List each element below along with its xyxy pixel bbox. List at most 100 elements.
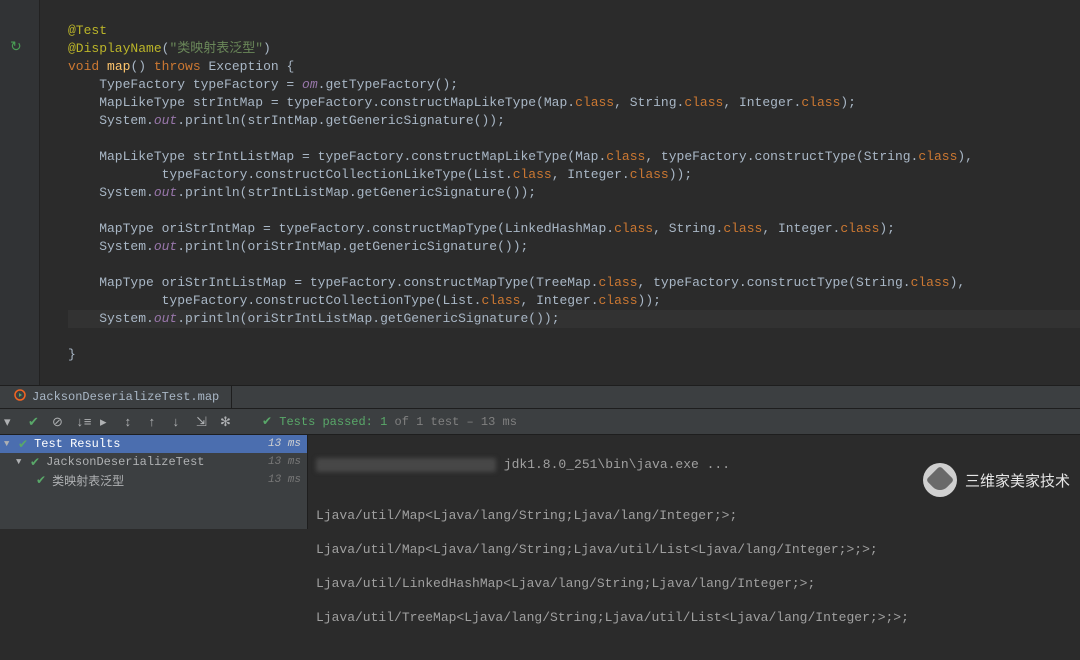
console-line: Ljava/util/Map<Ljava/lang/String;Ljava/u… xyxy=(316,541,1072,558)
code-text: , Integer. xyxy=(723,95,801,110)
console-line: Ljava/util/TreeMap<Ljava/lang/String;Lja… xyxy=(316,609,1072,626)
code-text: System. xyxy=(68,113,154,128)
keyword-class: class xyxy=(723,221,762,236)
field-out: out xyxy=(154,113,177,128)
prev-icon[interactable]: ↑ xyxy=(148,415,162,429)
keyword-class: class xyxy=(840,221,879,236)
tests-passed-total: of 1 test – xyxy=(387,415,481,429)
tree-item-label: 类映射表泛型 xyxy=(52,472,268,489)
code-text: , Integer. xyxy=(762,221,840,236)
test-tree[interactable]: ▼ ✔ Test Results 13 ms ▼ ✔ JacksonDeseri… xyxy=(0,435,308,529)
check-icon: ✔ xyxy=(36,473,46,488)
test-tab-run-icon xyxy=(14,389,26,405)
settings-icon[interactable]: ✻ xyxy=(220,415,234,429)
test-tree-root[interactable]: ▼ ✔ Test Results 13 ms xyxy=(0,435,307,453)
test-tree-suite[interactable]: ▼ ✔ JacksonDeserializeTest 13 ms xyxy=(0,453,307,471)
annotation-displayname: @DisplayName xyxy=(68,41,162,56)
code-text: typeFactory.constructCollectionType(List… xyxy=(68,293,481,308)
jdk-path: jdk1.8.0_251\bin\java.exe ... xyxy=(496,457,730,472)
code-text: , Integer. xyxy=(520,293,598,308)
run-tab-bar: JacksonDeserializeTest.map xyxy=(0,385,1080,409)
check-icon: ✔ xyxy=(18,437,28,452)
code-text: MapLikeType strIntMap = typeFactory.cons… xyxy=(68,95,575,110)
tests-passed-text: Tests passed: xyxy=(279,415,380,429)
cancel-icon[interactable]: ⊘ xyxy=(52,415,66,429)
code-text: ), xyxy=(950,275,966,290)
code-text: .println(strIntListMap.getGenericSignatu… xyxy=(177,185,536,200)
code-text: )); xyxy=(638,293,661,308)
test-tab[interactable]: JacksonDeserializeTest.map xyxy=(2,386,232,408)
keyword-class: class xyxy=(684,95,723,110)
console-line: jdk1.8.0_251\bin\java.exe ... xyxy=(316,457,730,472)
run-gutter-icon[interactable]: ↻ xyxy=(10,39,22,56)
code-text: MapLikeType strIntListMap = typeFactory.… xyxy=(68,149,606,164)
tab-label: JacksonDeserializeTest.map xyxy=(32,390,219,404)
code-editor[interactable]: ↻ @Test @DisplayName("类映射表泛型") void map(… xyxy=(0,0,1080,385)
code-area[interactable]: @Test @DisplayName("类映射表泛型") void map() … xyxy=(40,0,1080,385)
keyword-class: class xyxy=(481,293,520,308)
test-tree-item[interactable]: ✔ 类映射表泛型 13 ms xyxy=(0,471,307,489)
tests-passed-time: 13 ms xyxy=(481,415,517,429)
keyword-class: class xyxy=(513,167,552,182)
sort-icon[interactable]: ↓≡ xyxy=(76,415,90,429)
run-panel: ▼ ✔ Test Results 13 ms ▼ ✔ JacksonDeseri… xyxy=(0,435,1080,529)
code-text: typeFactory.constructCollectionLikeType(… xyxy=(68,167,513,182)
code-text: ); xyxy=(879,221,895,236)
code-text: MapType oriStrIntMap = typeFactory.const… xyxy=(68,221,614,236)
chevron-down-icon[interactable]: ▾ xyxy=(4,415,18,429)
code-text: System. xyxy=(68,311,154,326)
keyword-void: void xyxy=(68,59,99,74)
keyword-throws: throws xyxy=(154,59,201,74)
collapse-icon[interactable]: ↕ xyxy=(124,415,138,429)
annotation-test: @Test xyxy=(68,23,107,38)
keyword-class: class xyxy=(606,149,645,164)
tree-root-time: 13 ms xyxy=(268,438,301,450)
code-text: MapType oriStrIntListMap = typeFactory.c… xyxy=(68,275,599,290)
method-name: map xyxy=(107,59,130,74)
console-line: Ljava/util/Map<Ljava/lang/String;Ljava/l… xyxy=(316,507,1072,524)
keyword-class: class xyxy=(630,167,669,182)
field-out: out xyxy=(154,311,177,326)
console-line: Ljava/util/LinkedHashMap<Ljava/lang/Stri… xyxy=(316,575,1072,592)
export-icon[interactable]: ⇲ xyxy=(196,415,210,429)
code-text: , typeFactory.constructType(String. xyxy=(645,149,918,164)
code-text: System. xyxy=(68,185,154,200)
blurred-path xyxy=(316,458,496,472)
check-icon: ✔ xyxy=(30,455,40,470)
tree-item-time: 13 ms xyxy=(268,474,301,486)
exception-decl: Exception { xyxy=(208,59,294,74)
run-toolbar: ▾ ✔ ⊘ ↓≡ ▸ ↕ ↑ ↓ ⇲ ✻ ✔ Tests passed: 1 o… xyxy=(0,409,1080,435)
keyword-class: class xyxy=(614,221,653,236)
field-out: out xyxy=(154,185,177,200)
tree-toggle-icon[interactable]: ▼ xyxy=(4,439,14,449)
displayname-value: "类映射表泛型" xyxy=(169,41,263,56)
keyword-class: class xyxy=(575,95,614,110)
code-text: .println(strIntMap.getGenericSignature()… xyxy=(177,113,505,128)
next-icon[interactable]: ↓ xyxy=(172,415,186,429)
code-text: , typeFactory.constructType(String. xyxy=(638,275,911,290)
expand-icon[interactable]: ▸ xyxy=(100,415,114,429)
code-text: , String. xyxy=(653,221,723,236)
tree-root-label: Test Results xyxy=(34,437,268,451)
code-text: .getTypeFactory(); xyxy=(318,77,458,92)
code-text: )); xyxy=(669,167,692,182)
tree-suite-label: JacksonDeserializeTest xyxy=(46,455,268,469)
closing-brace: } xyxy=(68,347,76,362)
code-text: , String. xyxy=(614,95,684,110)
code-text: , Integer. xyxy=(552,167,630,182)
code-text: System. xyxy=(68,239,154,254)
tests-passed-label: ✔ Tests passed: 1 of 1 test – 13 ms xyxy=(262,414,517,429)
console-output[interactable]: jdk1.8.0_251\bin\java.exe ... Ljava/util… xyxy=(308,435,1080,529)
tree-toggle-icon[interactable]: ▼ xyxy=(16,457,26,467)
keyword-class: class xyxy=(599,275,638,290)
code-text: .println(oriStrIntMap.getGenericSignatur… xyxy=(177,239,528,254)
code-text: ), xyxy=(957,149,973,164)
code-text: .println(oriStrIntListMap.getGenericSign… xyxy=(177,311,559,326)
keyword-class: class xyxy=(801,95,840,110)
check-icon[interactable]: ✔ xyxy=(28,415,42,429)
keyword-class: class xyxy=(911,275,950,290)
code-text: TypeFactory typeFactory = xyxy=(68,77,302,92)
tree-suite-time: 13 ms xyxy=(268,456,301,468)
code-text: ); xyxy=(840,95,856,110)
editor-gutter: ↻ xyxy=(0,0,40,385)
